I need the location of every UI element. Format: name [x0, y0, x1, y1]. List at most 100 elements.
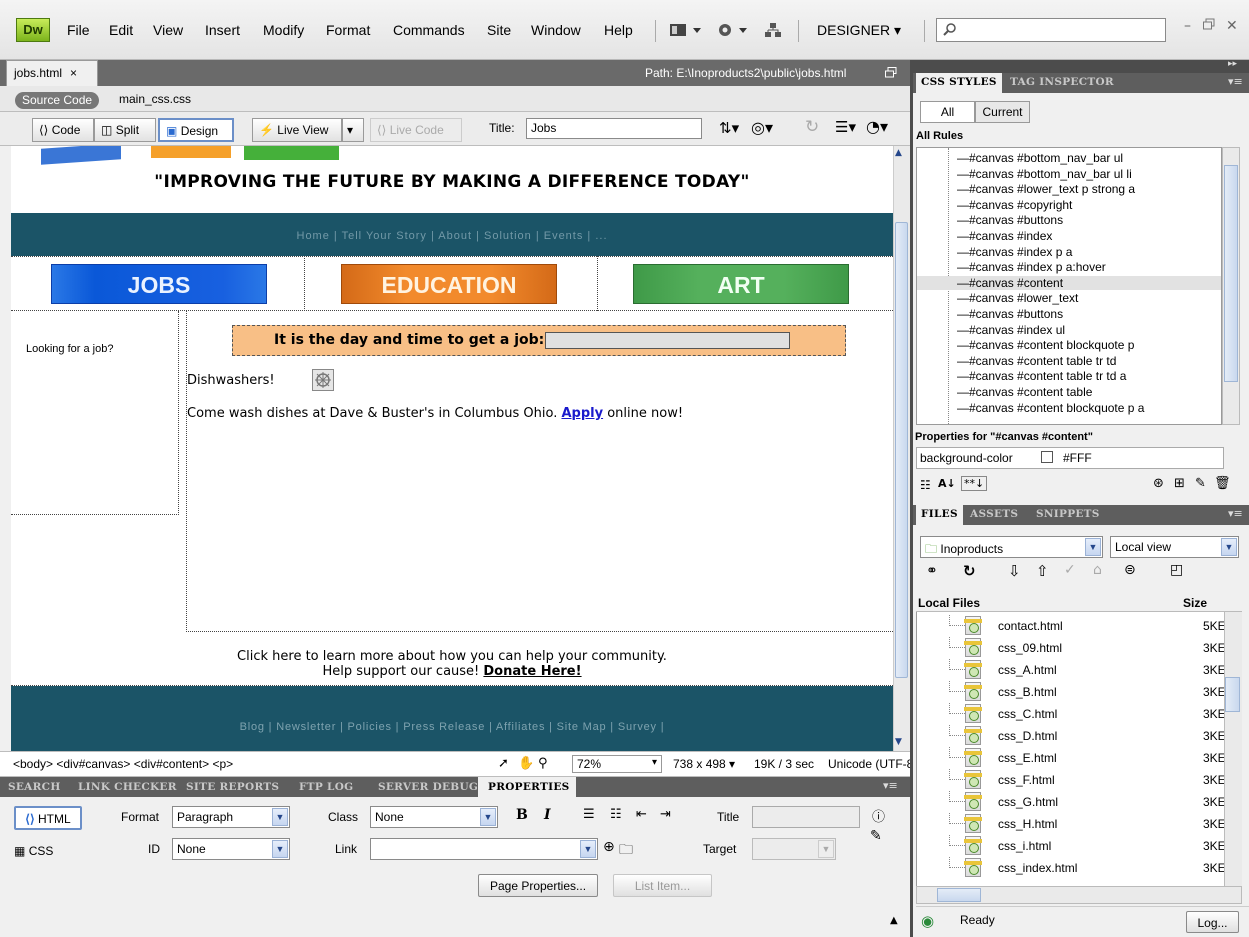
- css-rule-item[interactable]: —#canvas #content table: [957, 385, 1092, 399]
- file-row[interactable]: css_B.html 3KE: [917, 681, 1241, 703]
- css-rule-item[interactable]: —#canvas #content blockquote p: [957, 338, 1134, 352]
- file-row[interactable]: css_H.html 3KE: [917, 813, 1241, 835]
- local-files-header[interactable]: Local Files: [918, 596, 980, 610]
- tab-server-debug[interactable]: SERVER DEBUG: [378, 781, 478, 793]
- window-size[interactable]: 738 x 498 ▾: [673, 757, 735, 771]
- format-select[interactable]: Paragraph ▼: [172, 806, 290, 828]
- id-select[interactable]: None ▼: [172, 838, 290, 860]
- workspace-switcher[interactable]: DESIGNER ▾: [817, 22, 901, 39]
- menu-format[interactable]: Format: [326, 22, 370, 38]
- css-rule-item[interactable]: —#canvas #bottom_nav_bar ul li: [957, 167, 1132, 181]
- preview-browser-icon[interactable]: ◎▾: [751, 118, 773, 137]
- category-view-icon[interactable]: ☷: [920, 478, 931, 492]
- tab-snippets[interactable]: SNIPPETS: [1036, 508, 1100, 520]
- jobs-button[interactable]: JOBS: [51, 264, 267, 304]
- expand-panel-icon[interactable]: ◰: [1170, 562, 1183, 578]
- site-select[interactable]: 🗀 Inoproducts ▼: [920, 536, 1103, 558]
- close-window-button[interactable]: ✕: [1226, 18, 1238, 34]
- pointer-tool-icon[interactable]: ➚: [498, 756, 509, 771]
- page-properties-button[interactable]: Page Properties...: [478, 874, 598, 897]
- menu-window[interactable]: Window: [531, 22, 581, 38]
- menu-site[interactable]: Site: [487, 22, 511, 38]
- files-scroll-thumb[interactable]: [1225, 677, 1240, 712]
- related-file-link[interactable]: main_css.css: [119, 92, 191, 106]
- browse-folder-icon[interactable]: 🗀: [619, 839, 633, 863]
- file-row[interactable]: css_A.html 3KE: [917, 659, 1241, 681]
- menu-modify[interactable]: Modify: [263, 22, 304, 38]
- hand-tool-icon[interactable]: ✋: [518, 756, 534, 771]
- live-view-button[interactable]: ⚡ Live View: [252, 118, 342, 142]
- css-rule-item[interactable]: —#canvas #lower_text: [957, 291, 1078, 305]
- file-row[interactable]: css_G.html 3KE: [917, 791, 1241, 813]
- restore-doc-icon[interactable]: [885, 67, 897, 79]
- tab-link-checker[interactable]: LINK CHECKER: [78, 781, 177, 793]
- css-rule-item[interactable]: —#canvas #index: [957, 229, 1052, 243]
- italic-button[interactable]: I: [544, 807, 551, 823]
- point-to-file-icon[interactable]: ⊕: [603, 839, 615, 855]
- css-rule-item[interactable]: —#canvas #content table tr td: [957, 354, 1116, 368]
- visual-aids-icon[interactable]: ◔▾: [866, 117, 888, 136]
- color-swatch[interactable]: [1041, 451, 1053, 463]
- menu-insert[interactable]: Insert: [205, 22, 240, 38]
- file-row[interactable]: css_i.html 3KE: [917, 835, 1241, 857]
- tab-assets[interactable]: ASSETS: [970, 508, 1018, 520]
- put-files-icon[interactable]: ⇧: [1036, 562, 1049, 580]
- get-files-icon[interactable]: ⇩: [1008, 562, 1021, 580]
- indent-icon[interactable]: ⇥: [660, 807, 671, 822]
- css-rule-item[interactable]: —#canvas #content table tr td a: [957, 369, 1126, 383]
- files-list[interactable]: contact.html 5KE css_09.html 3KE css_A.html 3…: [916, 592, 1242, 888]
- collapse-panel-icon[interactable]: ▲: [890, 915, 898, 926]
- art-button[interactable]: ART: [633, 264, 849, 304]
- log-button[interactable]: Log...: [1186, 911, 1239, 933]
- page-title-input[interactable]: Jobs: [526, 118, 702, 139]
- files-scrollbar[interactable]: [1224, 612, 1242, 886]
- top-nav-links[interactable]: Home | Tell Your Story | About | Solutio…: [11, 230, 893, 242]
- css-rule-item[interactable]: —#canvas #content blockquote p a: [957, 401, 1144, 415]
- tab-properties[interactable]: PROPERTIES: [488, 781, 570, 793]
- bottom-nav-links[interactable]: Blog | Newsletter | Policies | Press Rel…: [11, 721, 893, 733]
- attach-style-icon[interactable]: ⊛: [1153, 476, 1164, 491]
- file-row[interactable]: css_index.html 3KE: [917, 857, 1241, 879]
- css-rule-item[interactable]: —#canvas #copyright: [957, 198, 1072, 212]
- tag-selector[interactable]: <body> <div#canvas> <div#content> <p>: [13, 757, 233, 771]
- zoom-tool-icon[interactable]: ⚲: [538, 756, 548, 771]
- scrollbar-thumb[interactable]: [895, 222, 908, 678]
- css-rule-item[interactable]: —#canvas #buttons: [957, 213, 1063, 227]
- split-view-button[interactable]: ◫ Split: [94, 118, 156, 142]
- view-options-icon[interactable]: ☰▾: [835, 118, 856, 136]
- css-rule-item[interactable]: —#canvas #buttons: [957, 307, 1063, 321]
- bold-button[interactable]: B: [516, 807, 528, 823]
- site-map-icon[interactable]: [764, 22, 782, 38]
- refresh-icon[interactable]: ↻: [805, 117, 819, 137]
- edit-rule-icon[interactable]: ✎: [1195, 476, 1206, 491]
- tab-files[interactable]: FILES: [916, 505, 963, 525]
- file-row[interactable]: css_E.html 3KE: [917, 747, 1241, 769]
- menu-help[interactable]: Help: [604, 22, 633, 38]
- source-code-button[interactable]: Source Code: [15, 92, 100, 109]
- css-rule-item[interactable]: —#canvas #lower_text p strong a: [957, 182, 1135, 196]
- zoom-select[interactable]: 72% ▾: [572, 755, 662, 773]
- live-code-button[interactable]: ⟨⟩ Live Code: [370, 118, 462, 142]
- all-button[interactable]: All: [920, 101, 975, 123]
- tab-css-styles[interactable]: CSS STYLES: [916, 73, 1002, 93]
- flash-placeholder-icon[interactable]: [312, 369, 334, 391]
- connect-icon[interactable]: ⚭: [926, 563, 938, 579]
- css-rule-item[interactable]: —#canvas #index ul: [957, 323, 1065, 337]
- live-view-dropdown[interactable]: ▾: [342, 118, 364, 142]
- file-row[interactable]: css_D.html 3KE: [917, 725, 1241, 747]
- scroll-down-icon[interactable]: ▼: [895, 737, 902, 747]
- css-rule-item[interactable]: —#canvas #bottom_nav_bar ul: [957, 151, 1123, 165]
- scroll-up-icon[interactable]: ▲: [895, 148, 902, 158]
- help-icon[interactable]: ⓘ: [872, 806, 885, 825]
- education-button[interactable]: EDUCATION: [341, 264, 557, 304]
- current-button[interactable]: Current: [975, 101, 1030, 123]
- menu-commands[interactable]: Commands: [393, 22, 465, 38]
- menu-edit[interactable]: Edit: [109, 22, 133, 38]
- refresh-files-icon[interactable]: ↻: [963, 562, 976, 580]
- view-select[interactable]: Local view ▼: [1110, 536, 1239, 558]
- css-rule-item[interactable]: —#canvas #content: [917, 275, 1221, 290]
- check-in-icon[interactable]: ⌂: [1093, 562, 1102, 578]
- file-row[interactable]: css_C.html 3KE: [917, 703, 1241, 725]
- tab-tag-inspector[interactable]: TAG INSPECTOR: [1010, 76, 1114, 88]
- delete-rule-icon[interactable]: 🗑: [1214, 476, 1231, 491]
